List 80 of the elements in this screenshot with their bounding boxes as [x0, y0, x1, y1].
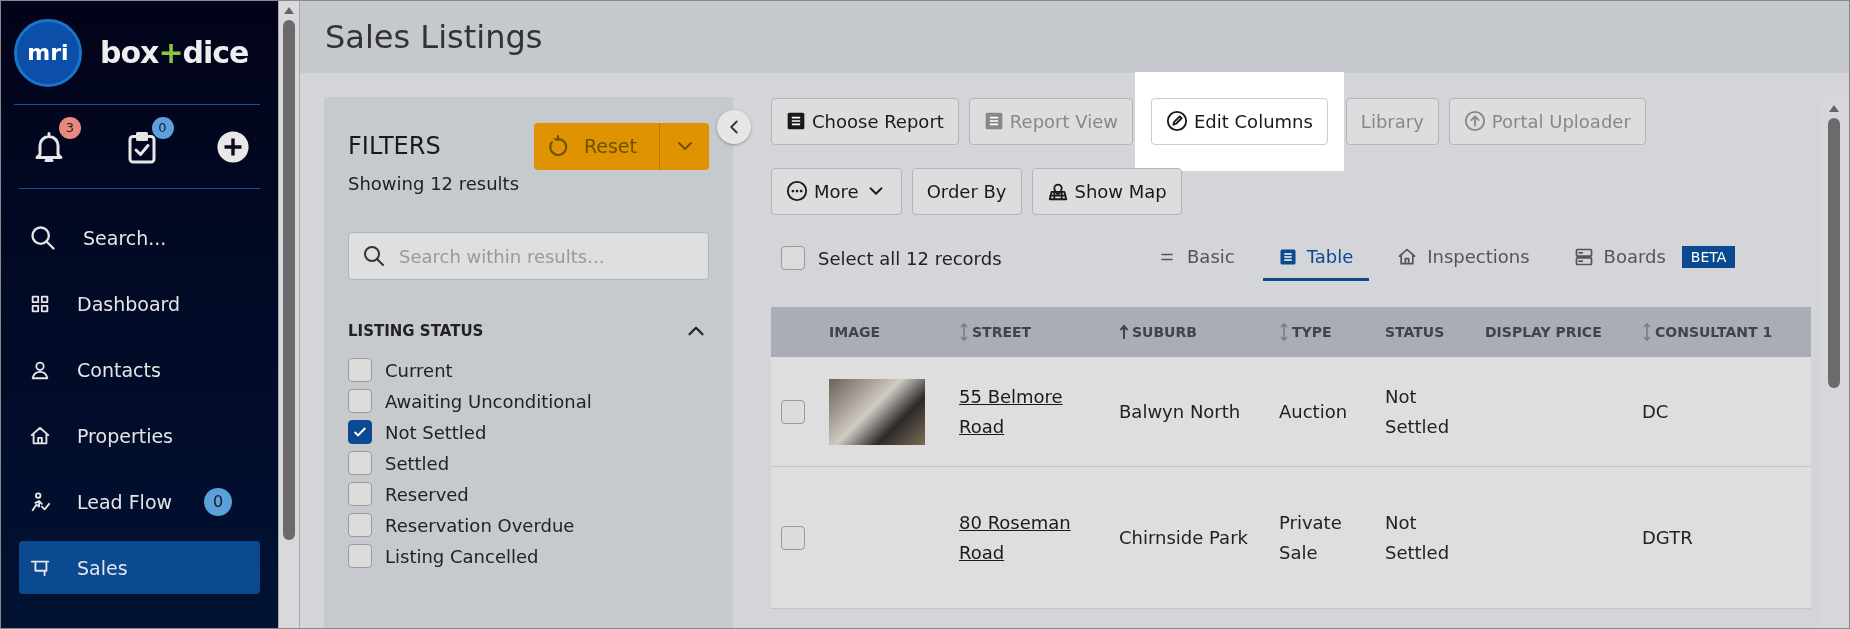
option-label: Reserved: [385, 483, 469, 505]
checkbox[interactable]: [348, 389, 372, 413]
result-count: Showing 12 results: [348, 173, 521, 194]
boards-icon: [1573, 246, 1594, 267]
filters-title: FILTERS: [348, 132, 441, 160]
section-title: LISTING STATUS: [348, 322, 484, 340]
street-link[interactable]: 80 Roseman Road: [959, 507, 1111, 568]
upload-icon: [1463, 110, 1486, 132]
checkbox[interactable]: [348, 513, 372, 537]
toolbar-button[interactable]: Order By: [911, 167, 1022, 215]
page-title: Sales Listings: [300, 1, 1849, 73]
checkbox[interactable]: [348, 358, 372, 382]
document-icon: [786, 111, 806, 131]
table-cell-text: DC: [1642, 399, 1670, 424]
column-header[interactable]: STREET: [959, 322, 1119, 342]
sort-icon[interactable]: [959, 322, 969, 342]
view-tab[interactable]: Inspections: [1381, 235, 1546, 281]
table-cell-text: DGTR: [1642, 525, 1694, 550]
toolbar-button[interactable]: Choose Report: [771, 97, 959, 145]
sort-icon[interactable]: [1642, 322, 1652, 342]
search-field[interactable]: Search within results...: [348, 232, 709, 280]
select-all-label: Select all 12 records: [818, 247, 1002, 269]
brand-logo: box+dice: [100, 35, 249, 70]
toolbar-button[interactable]: Show Map: [1031, 167, 1182, 215]
nav-item[interactable]: Lead Flow 0: [19, 475, 260, 528]
more-icon: [786, 180, 808, 202]
runner-icon: [29, 490, 51, 513]
checkbox[interactable]: [348, 451, 372, 475]
option-label: Listing Cancelled: [385, 545, 539, 567]
table-cell-text: Not Settled: [1385, 510, 1451, 565]
nav-item[interactable]: Properties: [19, 409, 260, 462]
view-tab[interactable]: Basic: [1141, 235, 1251, 281]
column-header: DISPLAY PRICE: [1485, 324, 1603, 340]
checkbox[interactable]: [348, 482, 372, 506]
search-icon: [29, 223, 57, 252]
nav-item[interactable]: Contacts: [19, 343, 260, 396]
select-all-checkbox[interactable]: [781, 246, 805, 270]
add-icon[interactable]: [216, 129, 250, 164]
count-badge: 0: [204, 487, 232, 516]
table-cell-text: Private Sale: [1279, 510, 1343, 565]
column-header: STATUS: [1385, 324, 1446, 340]
pencil-icon: [1165, 110, 1188, 132]
column-header[interactable]: TYPE: [1279, 322, 1385, 342]
toolbar-button[interactable]: Edit Columns: [1150, 97, 1328, 145]
house-icon: [1397, 246, 1418, 267]
column-header[interactable]: SUBURB: [1119, 324, 1279, 340]
row-checkbox[interactable]: [781, 399, 805, 424]
nav-item[interactable]: Search...: [19, 211, 260, 264]
street-link[interactable]: 55 Belmore Road: [959, 381, 1111, 442]
list-icon: [1278, 247, 1297, 266]
view-tab[interactable]: Boards BETA: [1557, 235, 1752, 281]
table-cell-text: Balwyn North: [1119, 399, 1242, 424]
row-checkbox[interactable]: [781, 525, 805, 550]
reset-dropdown-button[interactable]: [659, 122, 709, 170]
table-cell-text: Chirnside Park: [1119, 525, 1249, 550]
count-badge: 3: [59, 116, 81, 139]
nav-item[interactable]: Sales: [19, 541, 260, 594]
view-tab[interactable]: Table: [1262, 235, 1370, 281]
toolbar-button[interactable]: More: [771, 167, 902, 215]
option-label: Reservation Overdue: [385, 514, 575, 536]
table-cell-text: Not Settled: [1385, 384, 1451, 439]
company-logo: mri: [14, 18, 82, 87]
count-badge: 0: [151, 116, 174, 139]
house-icon: [29, 424, 51, 447]
beta-badge: BETA: [1681, 245, 1736, 268]
option-label: Not Settled: [385, 421, 487, 443]
column-header: IMAGE: [829, 324, 882, 340]
option-label: Settled: [385, 452, 450, 474]
collapse-button[interactable]: [717, 110, 751, 144]
table-cell-text: Auction: [1279, 399, 1349, 424]
checkbox[interactable]: [348, 544, 372, 568]
sort-ascending-icon[interactable]: [1119, 324, 1129, 340]
option-label: Awaiting Unconditional: [385, 390, 592, 412]
column-header[interactable]: CONSULTANT 1: [1642, 322, 1811, 342]
scrollbar[interactable]: [278, 1, 300, 628]
checkbox[interactable]: [348, 420, 372, 444]
nav-item[interactable]: Dashboard: [19, 277, 260, 330]
sort-icon[interactable]: [1279, 322, 1289, 342]
document-icon: [983, 111, 1004, 131]
option-label: Current: [385, 359, 453, 381]
